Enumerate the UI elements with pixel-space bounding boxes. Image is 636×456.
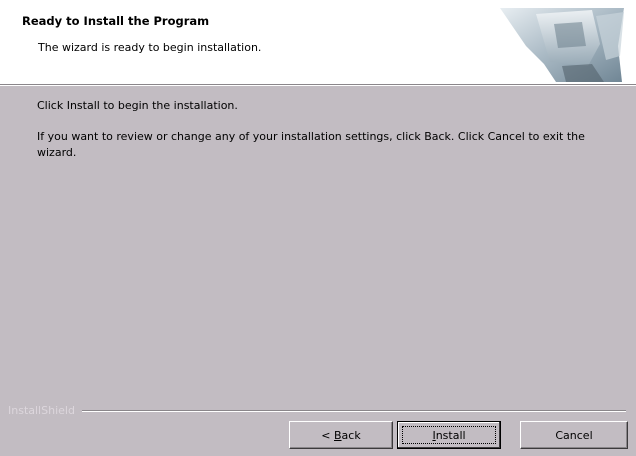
installer-dialog: Ready to Install the Program The wizard … — [0, 0, 636, 456]
header-panel: Ready to Install the Program The wizard … — [0, 0, 636, 84]
install-button[interactable]: Install — [397, 421, 501, 449]
back-button-label: ack — [341, 428, 361, 442]
back-button-prefix: < — [321, 428, 334, 442]
computer-monitor-graphic-icon — [500, 8, 624, 82]
page-subtitle: The wizard is ready to begin installatio… — [38, 41, 262, 54]
footer-separator-highlight — [82, 411, 626, 412]
back-button-mnemonic: B — [334, 428, 342, 442]
cancel-button-label: Cancel — [555, 428, 593, 442]
header-separator-highlight — [0, 85, 636, 86]
page-title: Ready to Install the Program — [22, 14, 210, 28]
cancel-button[interactable]: Cancel — [520, 421, 628, 449]
back-button[interactable]: < Back — [289, 421, 393, 449]
focus-rectangle — [402, 426, 496, 444]
installshield-brand-label: InstallShield — [8, 404, 75, 417]
review-settings-text: If you want to review or change any of y… — [37, 130, 585, 159]
instruction-text: Click Install to begin the installation. — [37, 99, 238, 112]
